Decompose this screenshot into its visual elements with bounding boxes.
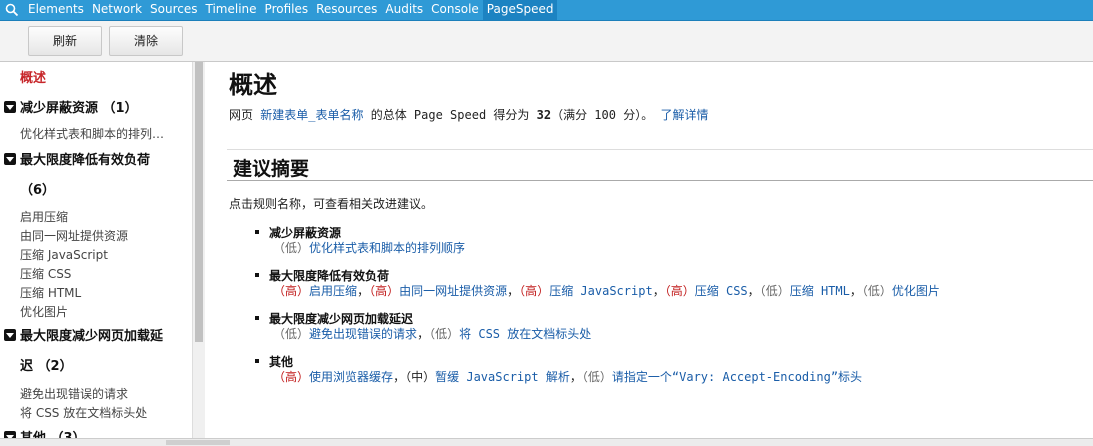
rule-link[interactable]: 暂缓 JavaScript 解析 [435, 370, 570, 384]
priority-low: （低） [861, 284, 892, 298]
bullet [255, 359, 259, 363]
sidebar-category-label: 最大限度降低有效负荷 [20, 153, 151, 168]
rule-link[interactable]: 启用压缩 [309, 284, 357, 298]
priority-word: 高 [285, 370, 298, 384]
priority-word: 低 [285, 327, 298, 341]
summary-middle: 的总体 Page Speed 得分为 [363, 108, 537, 122]
sidebar-category-label: （6） [20, 183, 56, 198]
rule-link[interactable]: 由同一网址提供资源 [399, 284, 507, 298]
scrollbar-thumb[interactable] [195, 62, 203, 342]
priority-word: 低 [765, 284, 778, 298]
collapse-triangle-icon[interactable] [4, 329, 16, 341]
summary-suffix: （满分 100 分）。 [551, 108, 661, 122]
bullet [255, 273, 259, 277]
priority-low: （低） [429, 327, 460, 341]
learn-more-link[interactable]: 了解详情 [660, 108, 708, 122]
priority-word: 低 [867, 284, 880, 298]
priority-word: 高 [285, 284, 298, 298]
priority-high: （高） [664, 284, 695, 298]
devtools-tab-bar: Elements Network Sources Timeline Profiles Re… [0, 0, 1093, 21]
page-title: 概述 [229, 70, 277, 99]
rule-items: （高）启用压缩，（高）由同一网址提供资源，（高）压缩 JavaScript，（高… [273, 284, 940, 298]
sidebar-scrollbar[interactable] [192, 62, 206, 445]
score-summary: 网页 新建表单_表单名称 的总体 Page Speed 得分为 32（满分 10… [229, 106, 708, 123]
sidebar-category[interactable]: 减少屏蔽资源 （1） [4, 100, 138, 118]
tab-network[interactable]: Network [88, 0, 146, 20]
sidebar-rule-item[interactable]: 将 CSS 放在文档标头处 [20, 404, 147, 421]
sidebar-rule-item[interactable]: 由同一网址提供资源 [20, 227, 128, 244]
sidebar-category-label: 迟 （2） [20, 359, 73, 374]
sidebar-rule-item[interactable]: 压缩 HTML [20, 284, 81, 301]
tab-audits[interactable]: Audits [381, 0, 427, 20]
clear-button[interactable]: 清除 [109, 26, 183, 56]
rule-link[interactable]: 将 CSS 放在文档标头处 [459, 327, 591, 341]
sidebar-rule-item[interactable]: 优化样式表和脚本的排列… [20, 125, 164, 142]
priority-word: 高 [375, 284, 388, 298]
pagespeed-toolbar: 刷新 清除 [0, 21, 1093, 62]
rule-items: （低）优化样式表和脚本的排列顺序 [273, 239, 465, 256]
tab-list: Elements Network Sources Timeline Profiles Re… [24, 0, 558, 20]
sidebar-rule-item[interactable]: 压缩 JavaScript [20, 246, 108, 263]
rule-items: （高）使用浏览器缓存，（中）暂缓 JavaScript 解析，（低）请指定一个“… [273, 370, 863, 384]
priority-low: （低） [759, 284, 790, 298]
scrollbar-thumb[interactable] [166, 440, 230, 445]
sidebar-category-label: 减少屏蔽资源 （1） [20, 101, 138, 116]
hint-text: 点击规则名称，可查看相关改进建议。 [229, 197, 434, 211]
tab-console[interactable]: Console [427, 0, 483, 20]
rule-link[interactable]: 压缩 JavaScript [549, 284, 652, 298]
sidebar-rule-item[interactable]: 压缩 CSS [20, 265, 71, 282]
score-value: 32 [536, 108, 552, 122]
rule-link[interactable]: 压缩 CSS [695, 284, 748, 298]
rules-sidebar: 概述 减少屏蔽资源 （1） 优化样式表和脚本的排列… 最大限度降低有效负荷 （6） 启用… [0, 62, 192, 445]
priority-word: 低 [435, 327, 448, 341]
tab-resources[interactable]: Resources [312, 0, 381, 20]
tab-elements[interactable]: Elements [24, 0, 88, 20]
rule-link[interactable]: 请指定一个“Vary: Accept-Encoding”标头 [612, 370, 862, 384]
priority-high: （高） [369, 284, 400, 298]
priority-high: （高） [519, 284, 550, 298]
bullet [255, 230, 259, 234]
rule-link[interactable]: 压缩 HTML [790, 284, 850, 298]
collapse-triangle-icon[interactable] [4, 153, 16, 165]
rule-link[interactable]: 优化样式表和脚本的排列顺序 [309, 241, 465, 255]
sidebar-category[interactable]: 最大限度减少网页加载延 [4, 328, 163, 346]
priority-low: （低） [273, 241, 310, 255]
priority-word: 高 [525, 284, 538, 298]
page-name-link[interactable]: 新建表单_表单名称 [260, 108, 363, 122]
rule-items: （低）避免出现错误的请求，（低）将 CSS 放在文档标头处 [273, 327, 592, 341]
sidebar-rule-item[interactable]: 启用压缩 [20, 208, 68, 225]
priority-word: 低 [285, 241, 298, 255]
priority-high: （高） [273, 284, 310, 298]
sidebar-rule-item[interactable]: 避免出现错误的请求 [20, 385, 128, 402]
summary-prefix: 网页 [229, 108, 261, 122]
rule-link[interactable]: 使用浏览器缓存 [309, 370, 393, 384]
priority-word: 高 [670, 284, 683, 298]
divider [227, 149, 1093, 150]
rule-link[interactable]: 优化图片 [892, 284, 940, 298]
rule-link[interactable]: 避免出现错误的请求 [309, 327, 417, 341]
bullet [255, 316, 259, 320]
sidebar-rule-item[interactable]: 优化图片 [20, 303, 68, 320]
suggestions-heading: 建议摘要 [233, 158, 310, 180]
priority-low: （低） [273, 327, 310, 341]
priority-high: （高） [273, 370, 310, 384]
refresh-button[interactable]: 刷新 [28, 26, 102, 56]
tab-profiles[interactable]: Profiles [261, 0, 313, 20]
search-icon[interactable] [5, 3, 19, 17]
sidebar-category[interactable]: 最大限度降低有效负荷 [4, 152, 150, 170]
divider [227, 180, 1093, 181]
tab-pagespeed[interactable]: PageSpeed [482, 0, 558, 20]
priority-word: 低 [587, 370, 600, 384]
sidebar-item-overview[interactable]: 概述 [20, 67, 46, 86]
priority-low: （低） [581, 370, 612, 384]
tab-sources[interactable]: Sources [146, 0, 201, 20]
priority-medium: （中） [405, 370, 436, 384]
priority-word: 中 [411, 370, 424, 384]
tab-timeline[interactable]: Timeline [202, 0, 261, 20]
sidebar-category-label: 最大限度减少网页加载延 [20, 329, 164, 344]
main-panel: 概述 网页 新建表单_表单名称 的总体 Page Speed 得分为 32（满分… [205, 62, 1093, 445]
collapse-triangle-icon[interactable] [4, 101, 16, 113]
